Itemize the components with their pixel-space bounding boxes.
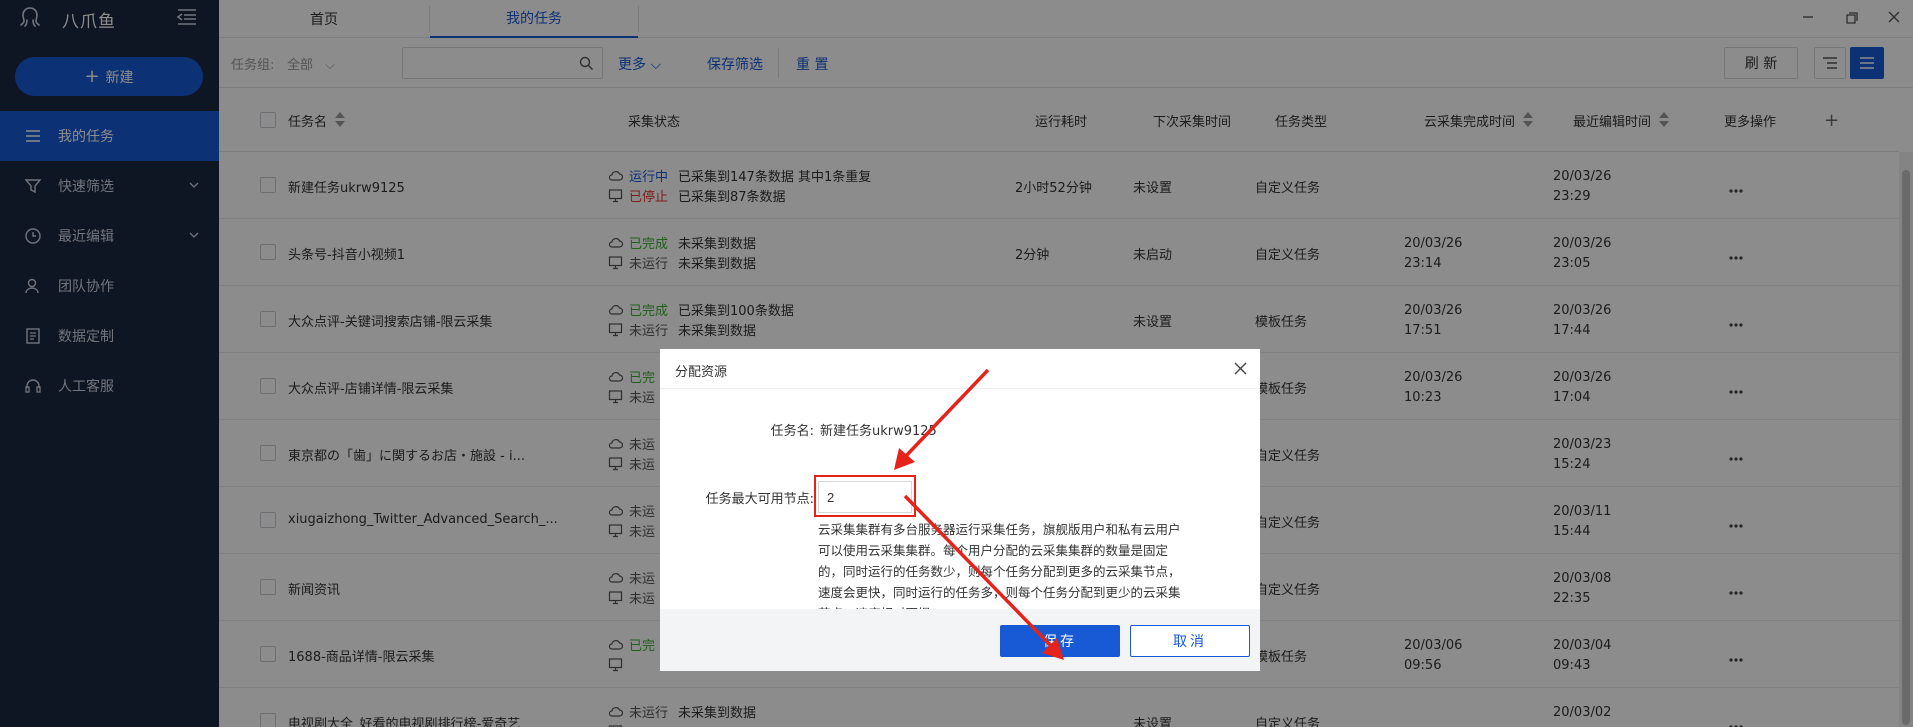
cancel-button[interactable]: 取消 (1130, 625, 1250, 657)
dialog-header: 分配资源 (660, 349, 1260, 389)
allocate-resources-dialog: 分配资源 任务名: 新建任务ukrw9125 任务最大可用节点: 云采集集群有多… (660, 349, 1260, 671)
max-nodes-label: 任务最大可用节点: (705, 492, 814, 507)
close-icon[interactable] (1233, 361, 1248, 376)
task-name-label: 任务名: (770, 424, 814, 439)
task-name-value: 新建任务ukrw9125 (820, 424, 937, 439)
highlight-box (814, 475, 916, 517)
save-button[interactable]: 保存 (1000, 625, 1120, 657)
dialog-body: 任务名: 新建任务ukrw9125 任务最大可用节点: 云采集集群有多台服务器运… (660, 389, 1260, 621)
dialog-footer: 保存 取消 (660, 609, 1260, 671)
dialog-title: 分配资源 (675, 365, 728, 380)
